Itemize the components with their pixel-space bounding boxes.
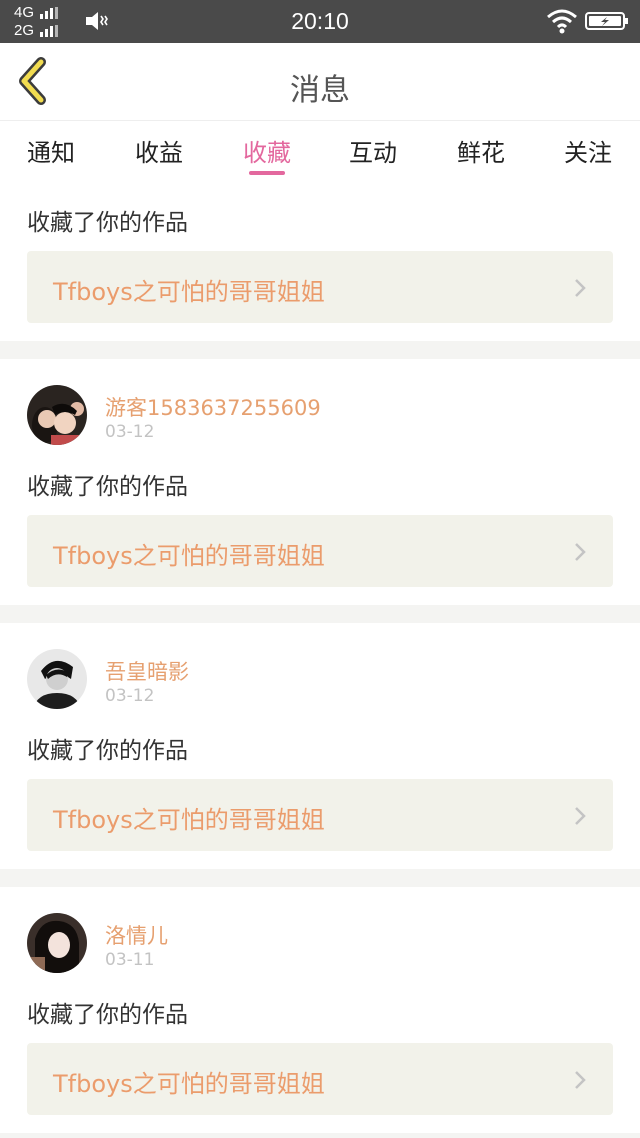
status-time: 20:10 xyxy=(291,8,349,34)
post-date: 03-11 xyxy=(105,950,155,970)
page-title: 消息 xyxy=(290,73,350,108)
work-link[interactable]: Tfboys之可怕的哥哥姐姐 xyxy=(27,1043,613,1115)
tab-earnings[interactable]: 收益 xyxy=(119,133,199,168)
work-link[interactable]: Tfboys之可怕的哥哥姐姐 xyxy=(27,515,613,587)
user-name[interactable]: 吾皇暗影 xyxy=(105,656,189,686)
work-link[interactable]: Tfboys之可怕的哥哥姐姐 xyxy=(27,251,613,323)
list-item: 游客1583637255609 03-12 收藏了你的作品 Tfboys之可怕的… xyxy=(0,359,640,605)
work-title: Tfboys之可怕的哥哥姐姐 xyxy=(53,806,325,834)
action-text: 收藏了你的作品 xyxy=(27,1002,188,1028)
active-tab-indicator xyxy=(249,171,285,175)
divider xyxy=(0,605,640,623)
nav-header: 消息 xyxy=(0,43,640,121)
wifi-icon xyxy=(547,9,577,34)
work-title: Tfboys之可怕的哥哥姐姐 xyxy=(53,1070,325,1098)
action-text: 收藏了你的作品 xyxy=(27,474,188,500)
battery-charging-icon xyxy=(585,12,628,30)
tab-notifications[interactable]: 通知 xyxy=(11,133,91,168)
avatar[interactable] xyxy=(27,649,87,709)
avatar[interactable] xyxy=(27,385,87,445)
action-text: 收藏了你的作品 xyxy=(27,738,188,764)
tab-flowers[interactable]: 鲜花 xyxy=(441,133,521,168)
tab-following[interactable]: 关注 xyxy=(548,133,628,168)
chevron-right-icon xyxy=(575,807,586,825)
list-item: 洛情儿 03-11 收藏了你的作品 Tfboys之可怕的哥哥姐姐 xyxy=(0,887,640,1138)
work-title: Tfboys之可怕的哥哥姐姐 xyxy=(53,542,325,570)
avatar[interactable] xyxy=(27,913,87,973)
divider xyxy=(0,341,640,359)
chevron-right-icon xyxy=(575,1071,586,1089)
list-item: 吾皇暗影 03-12 收藏了你的作品 Tfboys之可怕的哥哥姐姐 xyxy=(0,623,640,869)
user-name[interactable]: 游客1583637255609 xyxy=(105,392,321,422)
divider xyxy=(0,1133,640,1138)
post-date: 03-12 xyxy=(105,422,155,442)
divider xyxy=(0,869,640,887)
tab-favorites[interactable]: 收藏 xyxy=(227,133,307,168)
action-text: 收藏了你的作品 xyxy=(27,210,188,236)
status-bar: 4G 2G 20:10 xyxy=(0,0,640,43)
work-title: Tfboys之可怕的哥哥姐姐 xyxy=(53,278,325,306)
post-date: 03-12 xyxy=(105,686,155,706)
tab-interactions[interactable]: 互动 xyxy=(333,133,413,168)
user-name[interactable]: 洛情儿 xyxy=(105,920,168,950)
chevron-right-icon xyxy=(575,279,586,297)
work-link[interactable]: Tfboys之可怕的哥哥姐姐 xyxy=(27,779,613,851)
list-item: 收藏了你的作品 Tfboys之可怕的哥哥姐姐 xyxy=(0,181,640,341)
chevron-right-icon xyxy=(575,543,586,561)
tab-bar: 通知 收益 收藏 互动 鲜花 关注 xyxy=(0,121,640,181)
